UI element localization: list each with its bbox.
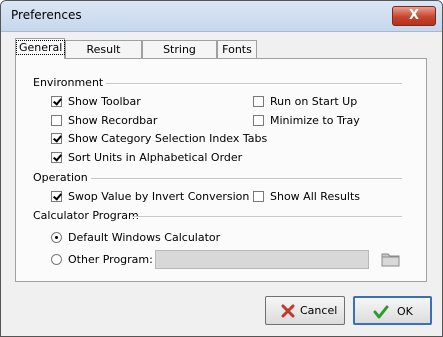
minimize-to-tray-checkbox[interactable] — [253, 115, 264, 126]
cancel-button[interactable]: Cancel — [265, 296, 345, 325]
operation-divider — [91, 178, 402, 180]
title-bar[interactable]: Preferences X — [1, 1, 442, 32]
tab-fonts[interactable]: Fonts — [217, 40, 257, 58]
preferences-window: Preferences X General Result Format Stri… — [0, 0, 443, 337]
show-category-tabs-label: Show Category Selection Index Tabs — [68, 132, 268, 145]
swop-value-checkbox[interactable] — [51, 191, 62, 202]
check-mark-icon — [373, 305, 389, 319]
cancel-button-label: Cancel — [300, 304, 338, 317]
show-all-results-checkbox[interactable] — [253, 191, 264, 202]
window-title: Preferences — [11, 8, 82, 22]
sort-units-label: Sort Units in Alphabetical Order — [68, 151, 243, 164]
calculator-group-title: Calculator Program — [33, 209, 139, 222]
tab-string-format[interactable]: String Format — [142, 40, 217, 73]
tab-general[interactable]: General — [15, 38, 66, 59]
general-panel — [15, 58, 427, 282]
other-program-label: Other Program: — [68, 253, 153, 266]
show-all-results-label: Show All Results — [270, 190, 361, 203]
other-program-radio[interactable] — [51, 254, 62, 265]
show-recordbar-label: Show Recordbar — [68, 114, 158, 127]
show-category-tabs-checkbox[interactable] — [51, 133, 62, 144]
calculator-divider — [132, 216, 402, 218]
program-path-input[interactable] — [155, 250, 369, 269]
environment-divider — [106, 83, 402, 85]
minimize-to-tray-label: Minimize to Tray — [270, 114, 360, 127]
sort-units-checkbox[interactable] — [51, 152, 62, 163]
ok-button[interactable]: OK — [353, 296, 432, 325]
ok-button-label: OK — [397, 305, 413, 318]
show-toolbar-checkbox[interactable] — [51, 96, 62, 107]
run-on-startup-label: Run on Start Up — [270, 95, 358, 108]
swop-value-label: Swop Value by Invert Conversion — [68, 190, 250, 203]
tab-result-format[interactable]: Result Format — [65, 40, 142, 73]
show-toolbar-label: Show Toolbar — [68, 95, 141, 108]
x-mark-icon — [281, 304, 295, 318]
default-calculator-label: Default Windows Calculator — [68, 231, 221, 244]
operation-group-title: Operation — [33, 171, 88, 184]
show-recordbar-checkbox[interactable] — [51, 115, 62, 126]
run-on-startup-checkbox[interactable] — [253, 96, 264, 107]
folder-icon[interactable] — [381, 251, 401, 267]
tab-general-label: General — [16, 40, 66, 55]
close-button[interactable]: X — [392, 6, 436, 26]
environment-group-title: Environment — [33, 76, 104, 89]
default-calculator-radio[interactable] — [51, 232, 62, 243]
